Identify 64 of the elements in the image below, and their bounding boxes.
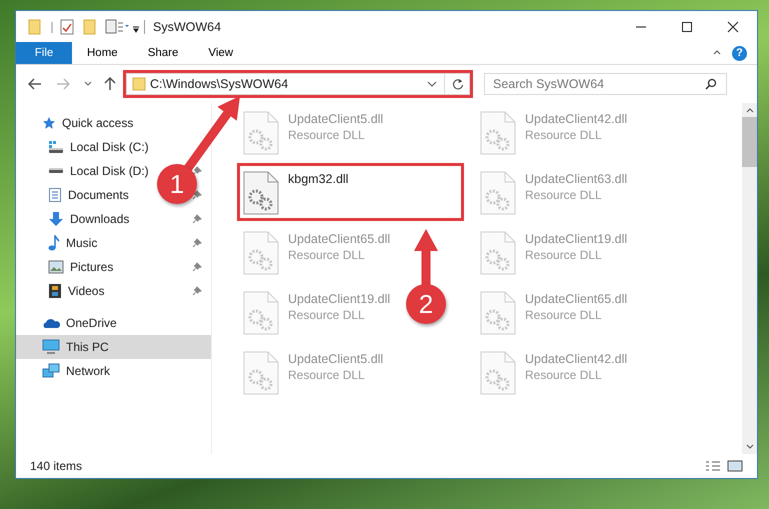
star-icon: [42, 116, 56, 130]
window-title: SysWOW64: [153, 20, 222, 34]
search-field[interactable]: Search SysWOW64: [484, 73, 727, 95]
pin-icon[interactable]: [192, 190, 202, 200]
file-type: Resource DLL: [525, 188, 603, 202]
pin-icon[interactable]: [192, 262, 202, 272]
pin-icon[interactable]: [192, 238, 202, 248]
nav-item[interactable]: Videos: [16, 279, 104, 303]
search-icon: [705, 78, 717, 90]
file-type: Resource DLL: [525, 368, 603, 382]
large-icons-view-icon[interactable]: [727, 460, 743, 472]
ribbon-tab[interactable]: Share: [132, 42, 194, 64]
file-gears-icon[interactable]: [242, 170, 280, 216]
address-path: C:\Windows\SysWOW64: [150, 77, 290, 91]
file-menu-button[interactable]: File: [16, 42, 72, 64]
help-text[interactable]: ?: [732, 47, 747, 59]
caret-icon[interactable]: [427, 81, 437, 87]
film-icon: [48, 283, 62, 299]
music-note-icon: [48, 235, 60, 251]
file-type: Resource DLL: [288, 248, 366, 262]
annotation-arrow: [413, 228, 439, 287]
nav-item[interactable]: Quick access: [16, 111, 211, 135]
nav-item[interactable]: Documents: [16, 183, 129, 207]
nav-item[interactable]: This PC: [16, 335, 211, 359]
close-icon[interactable]: [727, 20, 739, 32]
drive-icon: [48, 140, 64, 154]
folder-icon: [132, 77, 146, 91]
file-type: Resource DLL: [525, 308, 603, 322]
scroll-down-icon[interactable]: [746, 444, 754, 450]
down-arrow-icon: [48, 211, 64, 227]
recent-locations-caret-icon[interactable]: [84, 81, 92, 87]
nav-item[interactable]: Downloads: [16, 207, 130, 231]
file-type: Resource DLL: [288, 308, 366, 322]
drive-icon: [48, 168, 64, 174]
ribbon-tab[interactable]: Home: [72, 42, 133, 64]
network-icon: [42, 363, 60, 379]
picture-icon: [48, 260, 64, 274]
address-bar[interactable]: C:\Windows\SysWOW64: [126, 73, 470, 95]
file-type: Resource DLL: [288, 368, 366, 382]
pin-icon[interactable]: [192, 214, 202, 224]
file-name[interactable]: kbgm32.dll: [288, 172, 348, 186]
file-type: Resource DLL: [525, 248, 603, 262]
nav-item[interactable]: Music: [16, 231, 98, 255]
up-arrow-icon[interactable]: [104, 77, 116, 91]
monitor-icon: [42, 339, 60, 355]
file-type: Resource DLL: [525, 128, 603, 142]
maximize-icon[interactable]: [681, 20, 693, 32]
file-type: Resource DLL: [288, 128, 366, 142]
scroll-up-icon[interactable]: [746, 107, 754, 113]
scrollbar-thumb[interactable]: [742, 117, 757, 167]
refresh-icon[interactable]: [452, 78, 464, 90]
nav-item[interactable]: Local Disk (D:): [16, 159, 149, 183]
document-icon: [48, 187, 62, 203]
pin-icon[interactable]: [192, 286, 202, 296]
ribbon-tab[interactable]: View: [193, 42, 248, 64]
details-view-icon[interactable]: [705, 460, 721, 472]
cloud-icon: [42, 317, 60, 329]
nav-item[interactable]: Local Disk (C:): [16, 135, 149, 159]
item-count: 140 items: [30, 459, 82, 473]
nav-item[interactable]: Pictures: [16, 255, 114, 279]
nav-item[interactable]: OneDrive: [16, 311, 211, 335]
pin-icon[interactable]: [192, 166, 202, 176]
nav-item[interactable]: Network: [16, 359, 211, 383]
back-arrow-icon[interactable]: [28, 78, 42, 90]
